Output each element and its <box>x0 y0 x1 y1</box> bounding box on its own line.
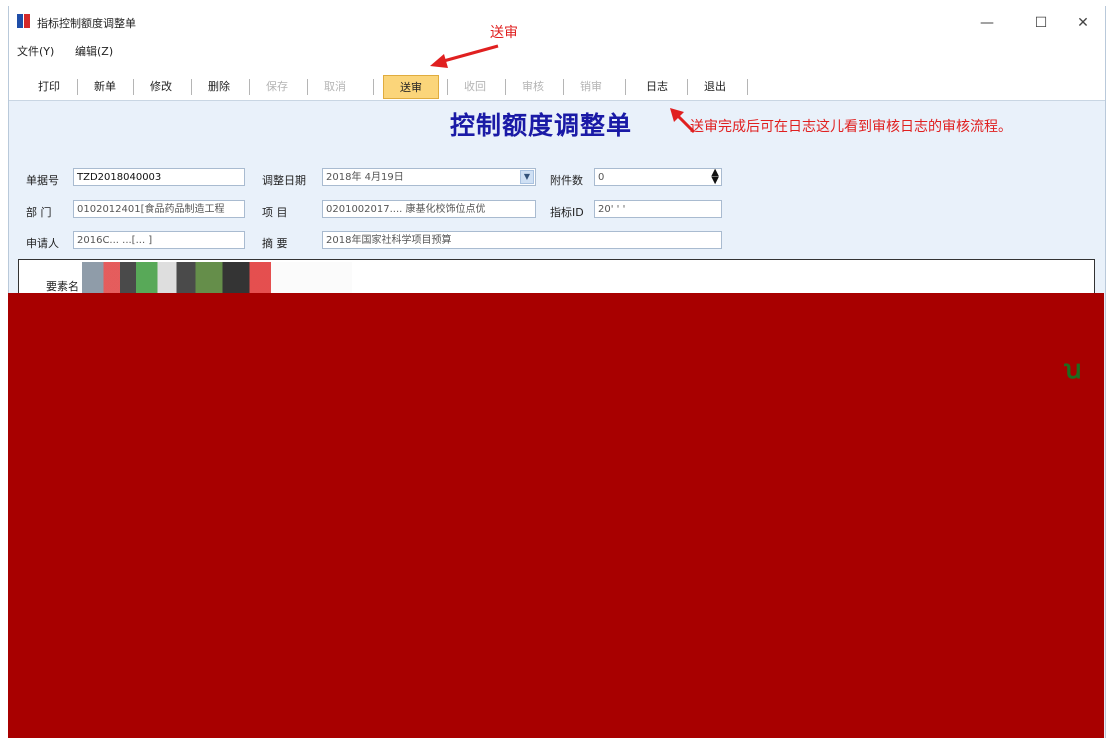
spinner-icon[interactable]: ▲ ▼ <box>711 169 719 185</box>
redaction-noise <box>82 262 352 296</box>
dept-label: 部 门 <box>26 206 52 219</box>
toolbar-separator <box>447 79 448 95</box>
exit-button[interactable]: 退出 <box>695 75 735 99</box>
toolbar-separator <box>505 79 506 95</box>
resize-grip-icon: ꭒ <box>1064 355 1082 385</box>
toolbar-separator <box>563 79 564 95</box>
menu-file[interactable]: 文件(Y) <box>17 43 54 59</box>
toolbar-separator <box>77 79 78 95</box>
menu-edit[interactable]: 编辑(Z) <box>75 43 113 59</box>
submit-annotation: 送审 <box>490 25 518 41</box>
dept-field[interactable]: 0102012401[食品药品制造工程 <box>73 200 245 218</box>
toolbar-separator <box>133 79 134 95</box>
form-title: 控制额度调整单 <box>450 111 633 140</box>
recall-button[interactable]: 收回 <box>455 75 495 99</box>
log-annotation: 送审完成后可在日志这儿看到审核日志的审核流程。 <box>690 119 1012 135</box>
attach-count-value: 0 <box>598 172 605 183</box>
app-logo-icon <box>17 14 33 28</box>
doc-no-label: 单据号 <box>26 174 59 187</box>
toolbar-separator <box>687 79 688 95</box>
date-value: 2018年 4月19日 <box>326 172 404 183</box>
attach-label: 附件数 <box>550 174 583 187</box>
delete-button[interactable]: 删除 <box>199 75 239 99</box>
indicator-label: 指标ID <box>550 206 584 219</box>
minimize-button[interactable]: — <box>969 12 1005 34</box>
title-bar: 指标控制额度调整单 — ☐ ✕ <box>9 6 1105 38</box>
indicator-field[interactable]: 20' ' ' <box>594 200 722 218</box>
save-button[interactable]: 保存 <box>257 75 297 99</box>
submit-arrow-icon <box>430 44 499 68</box>
summary-field[interactable]: 2018年国家社科学项目预算 <box>322 231 722 249</box>
attach-count-stepper[interactable]: 0 ▲ ▼ <box>594 168 722 186</box>
submit-button[interactable]: 送审 <box>383 75 439 99</box>
unaudit-button[interactable]: 销审 <box>571 75 611 99</box>
doc-no-field[interactable]: TZD2018040003 <box>73 168 245 186</box>
new-button[interactable]: 新单 <box>85 75 125 99</box>
cancel-button[interactable]: 取消 <box>315 75 355 99</box>
applicant-field[interactable]: 2016C... ...[... ] <box>73 231 245 249</box>
date-picker[interactable]: 2018年 4月19日 ▼ <box>322 168 536 186</box>
chevron-down-icon[interactable]: ▼ <box>520 170 534 184</box>
toolbar-separator <box>747 79 748 95</box>
modify-button[interactable]: 修改 <box>141 75 181 99</box>
audit-button[interactable]: 审核 <box>513 75 553 99</box>
print-button[interactable]: 打印 <box>29 75 69 99</box>
project-label: 项 目 <box>262 206 288 219</box>
summary-label: 摘 要 <box>262 237 288 250</box>
applicant-label: 申请人 <box>26 237 59 250</box>
window-title: 指标控制额度调整单 <box>37 17 136 30</box>
log-button[interactable]: 日志 <box>635 75 679 99</box>
close-button[interactable]: ✕ <box>1065 12 1101 34</box>
redaction-block <box>8 293 1104 738</box>
menu-bar: 文件(Y) 编辑(Z) <box>9 38 1105 60</box>
toolbar-separator <box>191 79 192 95</box>
toolbar-separator <box>249 79 250 95</box>
toolbar-separator <box>625 79 626 95</box>
date-label: 调整日期 <box>262 174 306 187</box>
toolbar-separator <box>307 79 308 95</box>
toolbar-separator <box>373 79 374 95</box>
toolbar: 打印 新单 修改 删除 保存 取消 送审 收回 审核 销审 日志 退出 <box>9 60 1105 101</box>
project-field[interactable]: 0201002017.... 康基化校饰位点优 <box>322 200 536 218</box>
maximize-button[interactable]: ☐ <box>1023 12 1059 34</box>
grid-header-element: 要素名 <box>46 280 79 293</box>
